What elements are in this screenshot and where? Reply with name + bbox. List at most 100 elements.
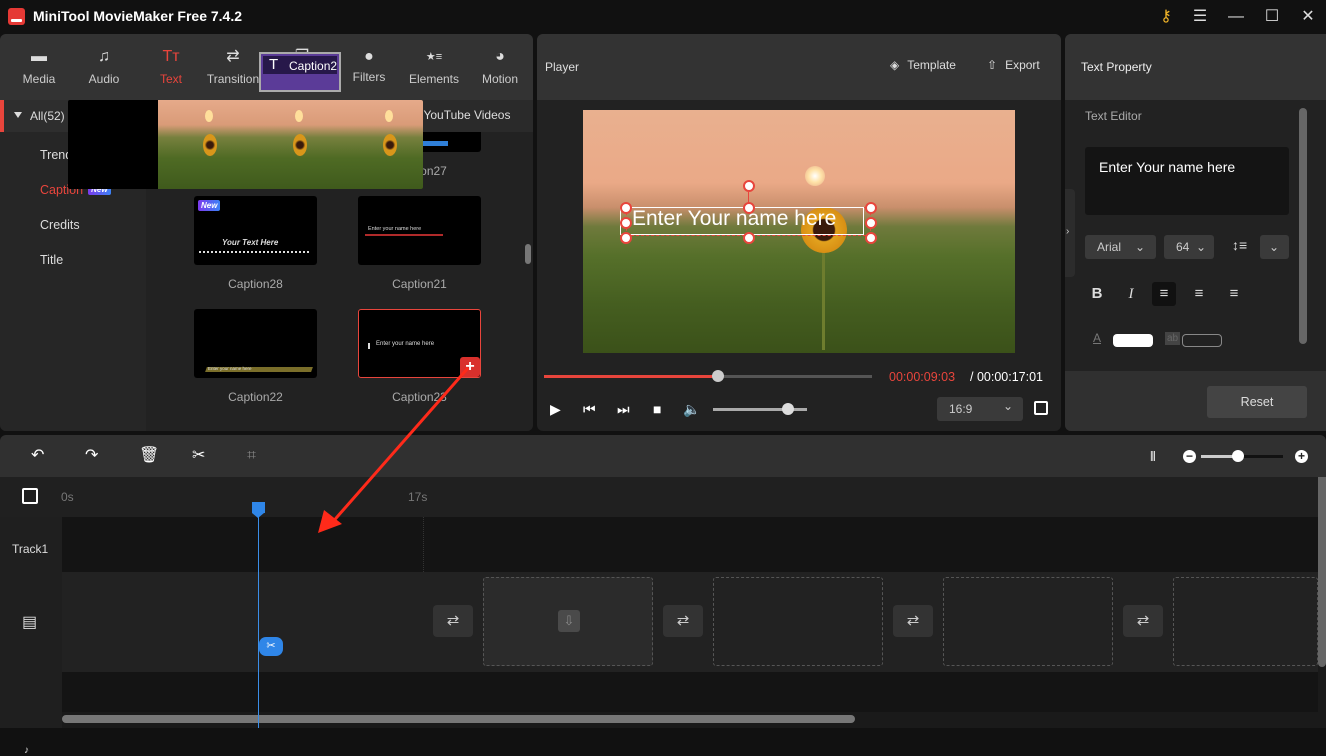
zoom-knob[interactable] bbox=[1231, 450, 1244, 462]
caption-label: Caption28 bbox=[228, 277, 283, 291]
redo-button[interactable]: ↷ bbox=[85, 447, 98, 465]
collapse-panel-button[interactable]: › bbox=[1065, 189, 1075, 277]
timeline-horizontal-scrollbar[interactable] bbox=[62, 715, 855, 723]
rotate-handle[interactable] bbox=[743, 180, 755, 192]
new-badge: New bbox=[198, 200, 221, 211]
tab-motion[interactable]: ◕ Motion bbox=[467, 34, 533, 100]
line-spacing-icon[interactable]: ↕≡ bbox=[1232, 237, 1247, 253]
maximize-button[interactable]: ☐ bbox=[1260, 5, 1284, 29]
menu-button[interactable]: ☰ bbox=[1188, 5, 1212, 29]
caption-thumb[interactable]: Enter your name here bbox=[194, 309, 317, 378]
volume-icon[interactable]: 🔈 bbox=[683, 401, 700, 417]
fullscreen-button[interactable] bbox=[1034, 401, 1048, 415]
overlay-text[interactable]: Enter Your name here bbox=[632, 207, 836, 231]
volume-knob[interactable] bbox=[782, 403, 795, 415]
drop-slot[interactable] bbox=[1173, 577, 1318, 666]
volume-slider[interactable] bbox=[713, 403, 807, 415]
video-track-icon: ▤ bbox=[22, 614, 38, 631]
sidebar-item-credits[interactable]: Credits bbox=[40, 218, 80, 232]
template-button[interactable]: ◈ Template bbox=[890, 58, 956, 72]
zoom-to-fit-button[interactable]: ⦀ bbox=[1150, 449, 1156, 465]
tab-elements[interactable]: ★≡ Elements bbox=[401, 34, 467, 100]
align-center-button[interactable]: ≡ bbox=[1187, 282, 1211, 306]
sidebar-item-title[interactable]: Title bbox=[40, 253, 63, 267]
tab-media[interactable]: ▬ Media bbox=[6, 34, 72, 100]
timeline-vertical-scrollbar[interactable] bbox=[1318, 477, 1326, 667]
resize-handle[interactable] bbox=[620, 232, 632, 244]
align-right-button[interactable]: ≡ bbox=[1222, 282, 1246, 306]
caption-thumb-selected[interactable]: Enter your name here + bbox=[358, 309, 481, 378]
undo-button[interactable]: ↶ bbox=[31, 447, 44, 465]
minimize-button[interactable]: — bbox=[1224, 5, 1248, 29]
caption-label: Caption21 bbox=[392, 277, 447, 291]
drop-slot[interactable]: ⇩ bbox=[483, 577, 653, 666]
font-size-select[interactable]: 64 ⌄ bbox=[1164, 235, 1214, 259]
delete-button[interactable]: 🗑 bbox=[139, 447, 159, 465]
video-clip[interactable] bbox=[68, 100, 423, 189]
text-clip-icon: T bbox=[269, 56, 279, 73]
resize-handle[interactable] bbox=[865, 202, 877, 214]
zoom-out-button[interactable]: − bbox=[1183, 450, 1196, 463]
drop-slot[interactable] bbox=[713, 577, 883, 666]
line-spacing-select[interactable]: ⌄ bbox=[1260, 235, 1289, 259]
library-scrollbar[interactable] bbox=[525, 244, 531, 264]
bold-button[interactable]: B bbox=[1085, 282, 1109, 306]
sidebar-item-label: Title bbox=[40, 253, 64, 267]
align-left-button[interactable]: ≡ bbox=[1152, 282, 1176, 306]
text-property-panel: Text Property › Text Editor Enter Your n… bbox=[1065, 34, 1326, 431]
tab-transition[interactable]: ⇄ Transition bbox=[200, 34, 266, 100]
transition-button[interactable]: ⇄ bbox=[433, 605, 473, 637]
font-size-value: 64 bbox=[1176, 240, 1190, 254]
split-at-playhead-button[interactable]: ✂ bbox=[259, 637, 283, 656]
tab-filters[interactable]: ● Filters bbox=[336, 34, 402, 100]
tab-text[interactable]: Tт Text bbox=[138, 34, 204, 100]
chevron-down-icon: ⌄ bbox=[1135, 240, 1146, 254]
text-editor-input[interactable]: Enter Your name here bbox=[1085, 147, 1289, 215]
playhead-handle[interactable] bbox=[252, 502, 265, 518]
tab-audio[interactable]: ♫ Audio bbox=[71, 34, 137, 100]
time-ruler[interactable]: 0s 17s bbox=[0, 477, 1318, 517]
stop-button[interactable]: ■ bbox=[653, 401, 661, 417]
close-button[interactable]: ✕ bbox=[1296, 5, 1320, 29]
drop-media-icon: ⇩ bbox=[558, 610, 580, 632]
timeline-zoom-slider[interactable] bbox=[1201, 450, 1283, 462]
resize-handle[interactable] bbox=[865, 232, 877, 244]
transition-button[interactable]: ⇄ bbox=[663, 605, 703, 637]
resize-handle[interactable] bbox=[743, 202, 755, 214]
export-button[interactable]: ⇧ Export bbox=[987, 58, 1040, 72]
drop-slot[interactable] bbox=[943, 577, 1113, 666]
crop-button[interactable]: ⌗ bbox=[247, 447, 256, 465]
seek-knob[interactable] bbox=[711, 370, 724, 382]
background-color-swatch[interactable] bbox=[1182, 334, 1222, 347]
add-track-button[interactable] bbox=[22, 488, 38, 504]
motion-icon: ◕ bbox=[495, 48, 505, 65]
video-preview[interactable]: Enter Your name here bbox=[583, 110, 1015, 353]
split-button[interactable]: ✂ bbox=[192, 447, 205, 465]
transition-button[interactable]: ⇄ bbox=[893, 605, 933, 637]
caption-thumb[interactable]: Enter your name here bbox=[358, 196, 481, 265]
font-select[interactable]: Arial ⌄ bbox=[1085, 235, 1156, 259]
resize-handle[interactable] bbox=[620, 202, 632, 214]
seek-bar[interactable] bbox=[544, 370, 872, 382]
track1-label: Track1 bbox=[12, 542, 49, 556]
caption-thumb[interactable]: New Your Text Here bbox=[194, 196, 317, 265]
template-label: Template bbox=[907, 58, 956, 72]
preview-text: Your Text Here bbox=[222, 238, 279, 247]
text-color-swatch[interactable] bbox=[1113, 334, 1153, 347]
key-icon[interactable]: ⚷ bbox=[1154, 5, 1178, 29]
italic-button[interactable]: I bbox=[1119, 282, 1143, 306]
aspect-ratio-select[interactable]: 16:9 ⌄ bbox=[937, 397, 1023, 421]
caption-clip[interactable]: T Caption2 bbox=[259, 52, 341, 92]
play-button[interactable]: ▶ bbox=[550, 401, 561, 417]
previous-frame-button[interactable]: ⏮ bbox=[583, 401, 596, 417]
add-to-timeline-button[interactable]: + bbox=[460, 357, 480, 377]
next-frame-button[interactable]: ⏭ bbox=[617, 401, 630, 417]
property-scrollbar[interactable] bbox=[1299, 108, 1307, 344]
reset-button[interactable]: Reset bbox=[1207, 386, 1307, 418]
resize-handle[interactable] bbox=[865, 217, 877, 229]
ruler-end-label: 17s bbox=[408, 490, 428, 504]
resize-handle[interactable] bbox=[743, 232, 755, 244]
resize-handle[interactable] bbox=[620, 217, 632, 229]
transition-button[interactable]: ⇄ bbox=[1123, 605, 1163, 637]
zoom-in-button[interactable]: + bbox=[1295, 450, 1308, 463]
